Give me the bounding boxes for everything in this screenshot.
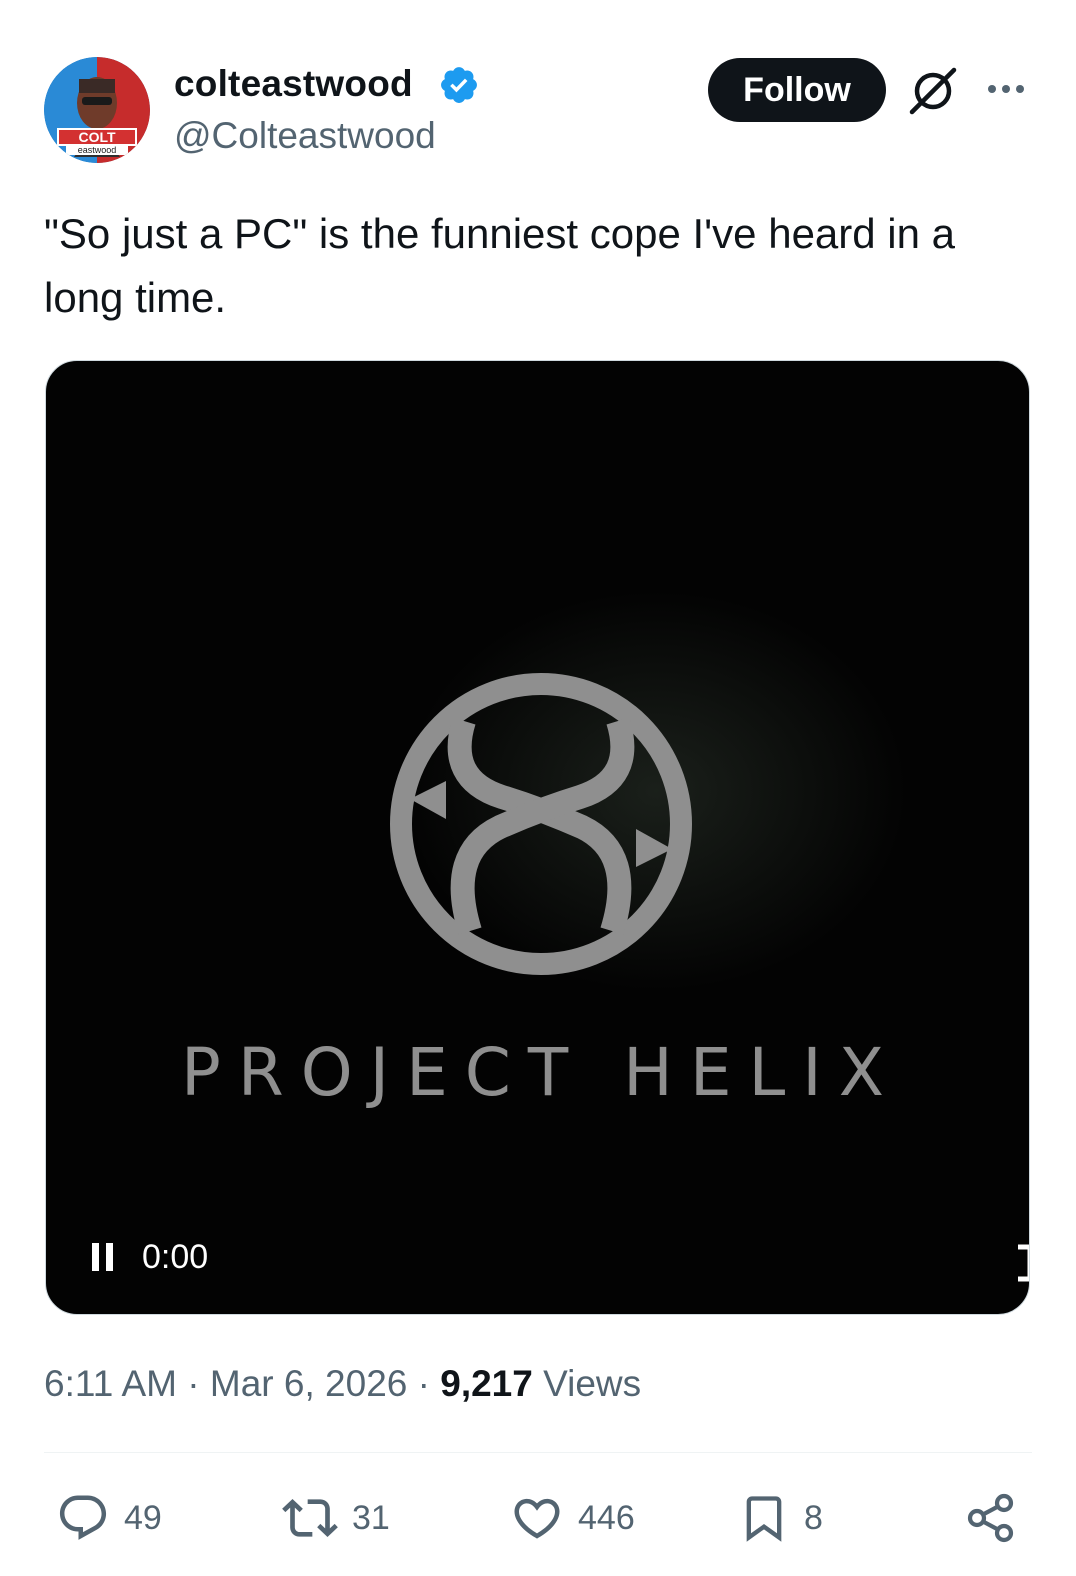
like-button[interactable]: 446 bbox=[510, 1488, 635, 1548]
video-player[interactable]: PROJECT HELIX 0:00 bbox=[45, 360, 1030, 1315]
verified-badge-icon bbox=[438, 64, 480, 106]
repost-count: 31 bbox=[352, 1498, 390, 1537]
tweet-date[interactable]: Mar 6, 2026 bbox=[210, 1363, 407, 1404]
like-count: 446 bbox=[578, 1498, 635, 1537]
reply-count: 49 bbox=[124, 1498, 162, 1537]
repost-icon bbox=[282, 1499, 338, 1537]
more-icon[interactable] bbox=[984, 74, 1028, 104]
tweet-meta: 6:11 AM · Mar 6, 2026 · 9,217 Views bbox=[44, 1360, 641, 1408]
repost-button[interactable]: 31 bbox=[282, 1488, 390, 1548]
fullscreen-icon[interactable] bbox=[1014, 1241, 1030, 1285]
grok-icon[interactable] bbox=[908, 66, 958, 116]
divider bbox=[44, 1452, 1032, 1453]
wordmark-text: PROJECT HELIX bbox=[181, 1034, 901, 1111]
pause-icon[interactable] bbox=[92, 1243, 114, 1271]
share-icon bbox=[967, 1493, 1014, 1543]
video-time: 0:00 bbox=[142, 1238, 209, 1276]
meta-separator: · bbox=[417, 1363, 430, 1404]
reply-icon bbox=[59, 1495, 107, 1540]
project-helix-logo bbox=[390, 673, 692, 975]
tweet-text: "So just a PC" is the funniest cope I've… bbox=[44, 210, 956, 321]
tweet-time[interactable]: 6:11 AM bbox=[44, 1363, 177, 1404]
views-label: Views bbox=[543, 1363, 642, 1404]
reply-button[interactable]: 49 bbox=[56, 1488, 162, 1548]
display-name[interactable]: colteastwood bbox=[174, 62, 413, 106]
bookmark-button[interactable]: 8 bbox=[738, 1488, 823, 1548]
like-icon bbox=[514, 1498, 560, 1539]
follow-button[interactable]: Follow bbox=[708, 58, 886, 122]
meta-separator: · bbox=[187, 1363, 200, 1404]
avatar[interactable]: COLT eastwood bbox=[44, 57, 150, 163]
share-button[interactable] bbox=[964, 1488, 1018, 1548]
views-count: 9,217 bbox=[440, 1363, 533, 1404]
bookmark-icon bbox=[746, 1496, 782, 1542]
handle[interactable]: @Colteastwood bbox=[174, 114, 436, 158]
avatar-text-top: COLT bbox=[78, 129, 116, 145]
avatar-text-bottom: eastwood bbox=[78, 145, 117, 155]
helix-wordmark: PROJECT HELIX bbox=[181, 1034, 901, 1111]
bookmark-count: 8 bbox=[804, 1498, 823, 1537]
